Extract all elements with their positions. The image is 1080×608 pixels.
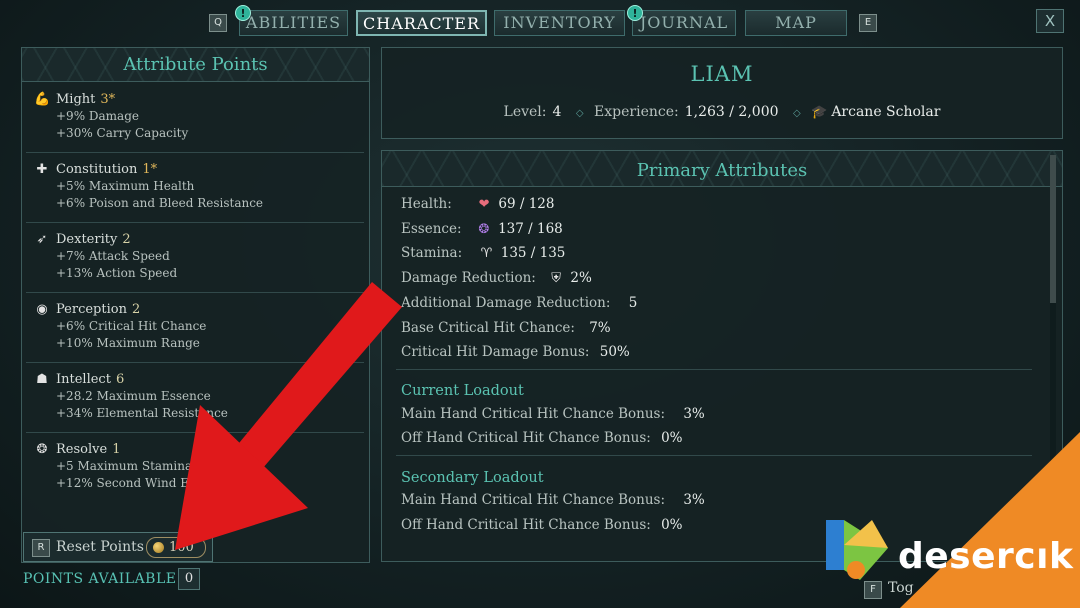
watermark-brand: desercık — [898, 536, 1074, 577]
watermark-corner — [826, 432, 1080, 608]
brand-logo-icon — [826, 520, 888, 580]
